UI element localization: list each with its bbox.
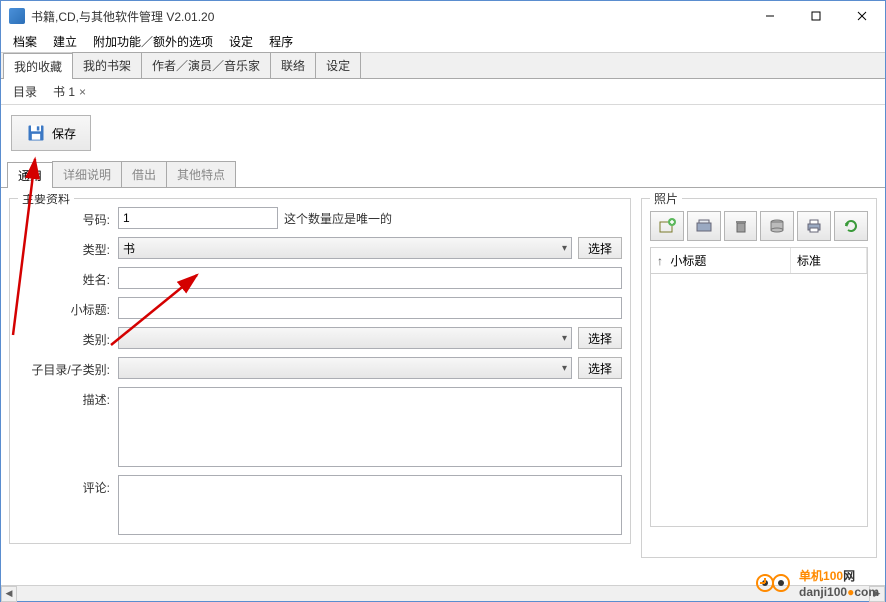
inner-tab-other[interactable]: 其他特点 bbox=[166, 161, 236, 187]
save-button[interactable]: 保存 bbox=[11, 115, 91, 151]
left-pane: 主要资料 号码: 这个数量应是唯一的 类型: 书 ▾ bbox=[9, 194, 631, 585]
menu-file[interactable]: 档案 bbox=[5, 31, 45, 52]
chevron-down-icon: ▾ bbox=[562, 363, 567, 374]
category-combo[interactable]: ▾ bbox=[118, 327, 572, 349]
photo-print-button[interactable] bbox=[797, 211, 831, 241]
inner-tab-general[interactable]: 通用 bbox=[7, 162, 53, 188]
tab-my-collection[interactable]: 我的收藏 bbox=[3, 53, 73, 79]
main-area: 保存 通用 详细说明 借出 其他特点 主要资料 号码: 这个数量应是唯一的 bbox=[1, 105, 885, 585]
tab-settings[interactable]: 设定 bbox=[315, 52, 361, 78]
label-category: 类别: bbox=[18, 327, 118, 348]
photo-list: ↑ 小标题 标准 bbox=[650, 247, 868, 527]
save-icon bbox=[26, 123, 46, 143]
db-icon bbox=[768, 217, 786, 235]
sort-asc-icon: ↑ bbox=[657, 254, 663, 268]
group-main-legend: 主要资料 bbox=[18, 194, 74, 207]
main-tabbar: 我的收藏 我的书架 作者／演员／音乐家 联络 设定 bbox=[1, 53, 885, 79]
scroll-track[interactable] bbox=[17, 586, 869, 602]
inner-tab-lend[interactable]: 借出 bbox=[121, 161, 167, 187]
printer-icon bbox=[805, 217, 823, 235]
subcategory-select-button[interactable]: 选择 bbox=[578, 357, 622, 379]
label-name: 姓名: bbox=[18, 267, 118, 288]
label-desc: 描述: bbox=[18, 387, 118, 408]
type-combo-value: 书 bbox=[123, 240, 135, 257]
photo-scan-button[interactable] bbox=[687, 211, 721, 241]
group-photo: 照片 ↑ 小标题 bbox=[641, 198, 877, 558]
inner-tabbar: 通用 详细说明 借出 其他特点 bbox=[1, 161, 885, 188]
label-subtitle: 小标题: bbox=[18, 297, 118, 318]
window-title: 书籍,CD,与其他软件管理 V2.01.20 bbox=[31, 8, 747, 25]
menu-program[interactable]: 程序 bbox=[261, 31, 301, 52]
comment-textarea[interactable] bbox=[118, 475, 622, 535]
chevron-down-icon: ▾ bbox=[562, 333, 567, 344]
watermark-text: 单机100网 danji100●com bbox=[799, 567, 879, 599]
photo-col-subtitle-label: 小标题 bbox=[670, 254, 706, 268]
right-pane: 照片 ↑ 小标题 bbox=[641, 194, 877, 585]
subcategory-combo[interactable]: ▾ bbox=[118, 357, 572, 379]
tab-authors[interactable]: 作者／演员／音乐家 bbox=[141, 52, 271, 78]
photo-copy-button[interactable] bbox=[760, 211, 794, 241]
label-number: 号码: bbox=[18, 207, 118, 228]
titlebar: 书籍,CD,与其他软件管理 V2.01.20 bbox=[1, 1, 885, 31]
type-combo[interactable]: 书 ▾ bbox=[118, 237, 572, 259]
label-comment: 评论: bbox=[18, 475, 118, 496]
group-photo-legend: 照片 bbox=[650, 190, 682, 207]
close-button[interactable] bbox=[839, 1, 885, 31]
refresh-icon bbox=[842, 217, 860, 235]
menu-extra[interactable]: 附加功能／额外的选项 bbox=[85, 31, 221, 52]
minimize-button[interactable] bbox=[747, 1, 793, 31]
group-main-info: 主要资料 号码: 这个数量应是唯一的 类型: 书 ▾ bbox=[9, 198, 631, 544]
tab-my-shelf[interactable]: 我的书架 bbox=[72, 52, 142, 78]
chevron-down-icon: ▾ bbox=[562, 243, 567, 254]
trash-icon bbox=[732, 217, 750, 235]
photo-col-subtitle[interactable]: ↑ 小标题 bbox=[651, 248, 791, 273]
photo-toolbar bbox=[650, 207, 868, 241]
type-select-button[interactable]: 选择 bbox=[578, 237, 622, 259]
menu-settings[interactable]: 设定 bbox=[221, 31, 261, 52]
app-icon bbox=[9, 8, 25, 24]
desc-textarea[interactable] bbox=[118, 387, 622, 467]
watermark: 单机100网 danji100●com bbox=[755, 567, 879, 599]
add-photo-icon bbox=[658, 217, 676, 235]
photo-col-standard[interactable]: 标准 bbox=[791, 248, 867, 273]
label-type: 类型: bbox=[18, 237, 118, 258]
number-input[interactable] bbox=[118, 207, 278, 229]
category-select-button[interactable]: 选择 bbox=[578, 327, 622, 349]
horizontal-scrollbar[interactable]: ◀ ▶ bbox=[1, 585, 885, 601]
subtab-book1[interactable]: 书 1 × bbox=[45, 79, 94, 104]
tab-contacts[interactable]: 联络 bbox=[270, 52, 316, 78]
photo-add-button[interactable] bbox=[650, 211, 684, 241]
subtab-catalog-label: 目录 bbox=[13, 83, 37, 100]
maximize-button[interactable] bbox=[793, 1, 839, 31]
menubar: 档案 建立 附加功能／额外的选项 设定 程序 bbox=[1, 31, 885, 53]
close-tab-icon[interactable]: × bbox=[79, 85, 86, 99]
sub-tabbar: 目录 书 1 × bbox=[1, 79, 885, 105]
photo-delete-button[interactable] bbox=[724, 211, 758, 241]
inner-tab-detail[interactable]: 详细说明 bbox=[52, 161, 122, 187]
photo-refresh-button[interactable] bbox=[834, 211, 868, 241]
scroll-left-icon[interactable]: ◀ bbox=[1, 586, 17, 602]
scanner-icon bbox=[695, 217, 713, 235]
subtitle-input[interactable] bbox=[118, 297, 622, 319]
label-subcategory: 子目录/子类别: bbox=[18, 357, 118, 378]
subtab-catalog[interactable]: 目录 bbox=[5, 79, 45, 104]
menu-create[interactable]: 建立 bbox=[45, 31, 85, 52]
subtab-book1-label: 书 1 bbox=[53, 83, 75, 100]
number-note: 这个数量应是唯一的 bbox=[284, 210, 392, 227]
save-label: 保存 bbox=[52, 125, 76, 142]
name-input[interactable] bbox=[118, 267, 622, 289]
watermark-logo-icon bbox=[755, 573, 795, 593]
